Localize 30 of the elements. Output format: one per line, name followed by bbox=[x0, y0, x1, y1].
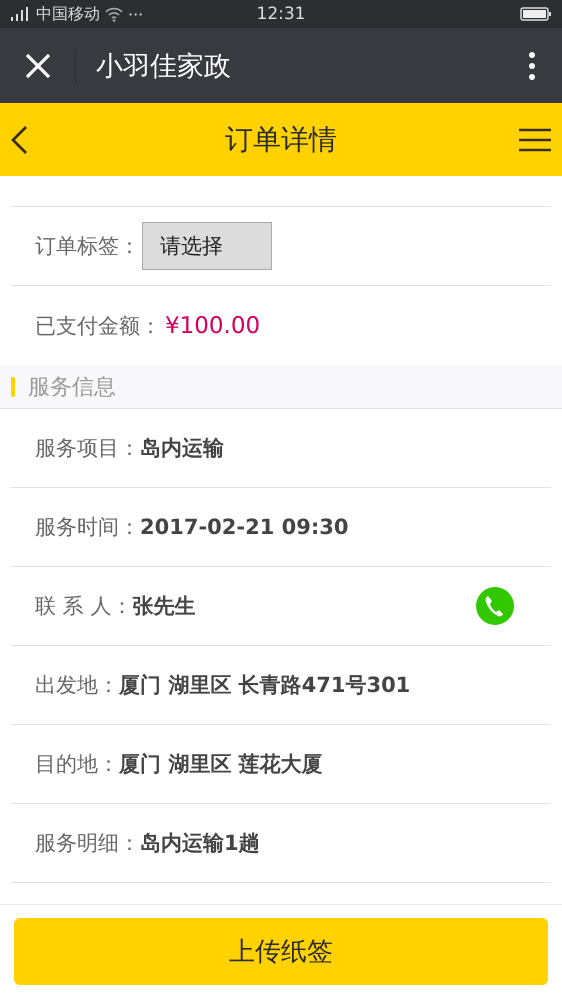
field-label: 目的地： bbox=[35, 751, 119, 778]
field-label: 已支付金额： bbox=[35, 312, 161, 340]
upload-button[interactable]: 上传纸签 bbox=[14, 918, 548, 985]
section-marker bbox=[11, 376, 15, 396]
close-icon[interactable] bbox=[24, 52, 50, 78]
section-title: 服务信息 bbox=[28, 374, 116, 402]
paid-amount: ¥100.00 bbox=[165, 312, 260, 338]
field-value: 厦门 湖里区 长青路471号301 bbox=[119, 672, 410, 699]
wifi-icon bbox=[104, 6, 124, 22]
back-icon[interactable] bbox=[10, 124, 28, 154]
field-label: 联 系 人： bbox=[35, 593, 132, 620]
field-value: 2017-02-21 09:30 bbox=[140, 515, 348, 539]
clock-time: 12:31 bbox=[256, 4, 306, 24]
page-title: 订单详情 bbox=[225, 122, 337, 156]
battery-icon bbox=[520, 6, 552, 22]
field-label: 服务项目： bbox=[35, 435, 140, 462]
carrier-name: 中国移动 bbox=[36, 4, 100, 24]
field-value: 岛内运输 bbox=[140, 435, 224, 462]
more-icon[interactable] bbox=[528, 50, 536, 80]
app-title: 小羽佳家政 bbox=[96, 50, 231, 84]
field-label: 服务明细： bbox=[35, 830, 140, 857]
field-label: 服务时间： bbox=[35, 514, 140, 541]
field-value: 岛内运输1趟 bbox=[140, 830, 260, 857]
menu-icon[interactable] bbox=[519, 128, 551, 152]
field-label: 订单标签： bbox=[35, 233, 140, 260]
field-label: 出发地： bbox=[35, 672, 119, 699]
field-value: 张先生 bbox=[132, 593, 196, 620]
field-value: 厦门 湖里区 莲花大厦 bbox=[119, 751, 323, 778]
tag-select[interactable]: 请选择 bbox=[142, 222, 272, 270]
more-indicator: ··· bbox=[128, 4, 144, 24]
